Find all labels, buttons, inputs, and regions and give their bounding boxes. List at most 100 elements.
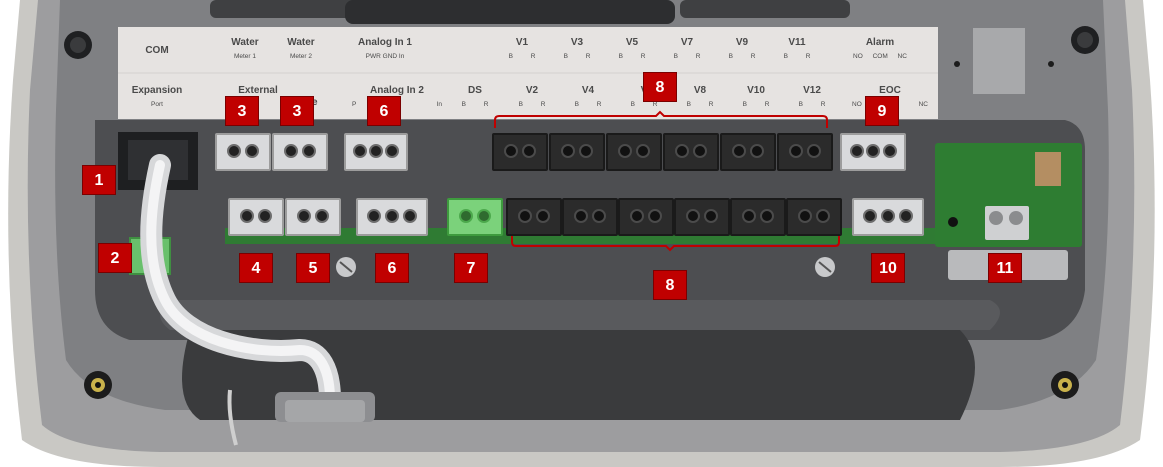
marker-1: 1: [82, 165, 116, 195]
water-meter-2-connector: [272, 133, 328, 171]
terminal-screw: [283, 144, 298, 158]
valve-label-bottom: V2 B R: [505, 80, 559, 118]
terminal-screw: [788, 144, 803, 158]
terminal-screw: [704, 209, 719, 223]
valve-connector-v11: [777, 133, 833, 171]
terminal-screw: [760, 209, 775, 223]
valve-connector-v6: [618, 198, 674, 236]
valve-connector-v4: [562, 198, 618, 236]
water2-title: Water: [287, 37, 315, 48]
ds-sub: B R: [461, 101, 489, 108]
terminal-screw: [536, 209, 551, 223]
terminal-screw: [685, 209, 700, 223]
valve-connector-v2: [506, 198, 562, 236]
valve-label-bottom: V4 B R: [561, 80, 615, 118]
marker-3-water-meter-2: 3: [280, 96, 314, 126]
expansion-label-sub: Port: [151, 101, 163, 108]
valve-connector-v7: [663, 133, 719, 171]
valve-connector-v12: [786, 198, 842, 236]
terminal-screw: [674, 144, 689, 158]
marker-9: 9: [865, 96, 899, 126]
terminal-screw: [315, 209, 330, 223]
terminal-screw: [226, 144, 241, 158]
analog-in-2-connector: [356, 198, 428, 236]
alarm-label: Alarm NO COM NC: [840, 32, 920, 70]
terminal-screw: [816, 209, 831, 223]
valve-label-top: V1 B R: [495, 32, 549, 70]
terminal-screw: [863, 209, 877, 223]
terminal-screw: [629, 209, 644, 223]
connector-4: [228, 198, 284, 236]
analog-in-1-connector: [344, 133, 408, 171]
valve-title: V12: [803, 85, 821, 96]
terminal-screw: [522, 144, 537, 158]
terminal-screw: [385, 209, 399, 223]
analog-in-1-sub: PWR GND In: [365, 53, 405, 60]
ds-label: DS B R: [448, 80, 502, 118]
terminal-screw: [367, 209, 381, 223]
terminal-screw: [353, 144, 367, 158]
com-label-text: COM: [145, 45, 169, 56]
valve-sub: B R: [783, 53, 811, 60]
terminal-screw: [477, 209, 492, 223]
marker-6-analog-in-1: 6: [367, 96, 401, 126]
analog-in-1-title: Analog In 1: [358, 37, 412, 48]
valve-label-top: V5 B R: [605, 32, 659, 70]
analog-in-2-sub-right: In: [436, 101, 442, 108]
terminal-screw: [245, 144, 260, 158]
terminal-screw: [807, 144, 822, 158]
valve-connector-v5: [606, 133, 662, 171]
valve-title: V7: [680, 37, 694, 48]
valve-sub: B R: [742, 101, 770, 108]
valve-sub: B R: [686, 101, 714, 108]
valve-connector-v1: [492, 133, 548, 171]
water-meter-1-connector: [215, 133, 271, 171]
water-meter-1-label: Water Meter 1: [216, 32, 274, 70]
terminal-screw: [899, 209, 913, 223]
eoc-sub-left: NO: [852, 101, 862, 108]
valve-sub: B R: [563, 53, 591, 60]
valve-label-bottom: V10 B R: [729, 80, 783, 118]
terminal-screw: [849, 144, 864, 158]
valve-label-top: V11 B R: [770, 32, 824, 70]
terminal-screw: [731, 144, 746, 158]
terminal-screw: [579, 144, 594, 158]
connector-5: [285, 198, 341, 236]
marker-8-top-valves: 8: [643, 72, 677, 102]
terminal-screw: [648, 209, 663, 223]
analog-in-2-sub-left: P: [352, 101, 357, 108]
terminal-screw: [592, 209, 607, 223]
valve-title: V5: [625, 37, 639, 48]
valve-title: V1: [515, 37, 529, 48]
valve-title: V3: [570, 37, 584, 48]
marker-6-analog-in-2: 6: [375, 253, 409, 283]
marker-2: 2: [98, 243, 132, 273]
eoc-connector: [852, 198, 924, 236]
terminal-screw: [750, 144, 765, 158]
valve-sub: B R: [508, 53, 536, 60]
valve-title: V8: [693, 85, 707, 96]
terminal-screw: [369, 144, 383, 158]
valve-title: V10: [747, 85, 765, 96]
controller-wiring-diagram: COM Expansion Port Water Meter 1 Water M…: [0, 0, 1163, 467]
terminal-screw: [881, 209, 895, 223]
ds-connector: [447, 198, 503, 236]
terminal-screw: [573, 209, 588, 223]
analog-in-1-label: Analog In 1 PWR GND In: [340, 32, 430, 70]
water-meter-2-label: Water Meter 2: [272, 32, 330, 70]
marker-7: 7: [454, 253, 488, 283]
valve-title: V2: [525, 85, 539, 96]
alarm-connector: [840, 133, 906, 171]
terminal-screw: [693, 144, 708, 158]
valve-sub: B R: [728, 53, 756, 60]
water1-sub: Meter 1: [233, 53, 257, 60]
terminal-screw: [741, 209, 756, 223]
expansion-port-label: Expansion Port: [122, 80, 192, 118]
terminal-screw: [302, 144, 317, 158]
water1-title: Water: [231, 37, 259, 48]
valve-connector-v10: [730, 198, 786, 236]
marker-11: 11: [988, 253, 1022, 283]
marker-8-bottom-valves: 8: [653, 270, 687, 300]
marker-10: 10: [871, 253, 905, 283]
valve-label-bottom: V8 B R: [673, 80, 727, 118]
